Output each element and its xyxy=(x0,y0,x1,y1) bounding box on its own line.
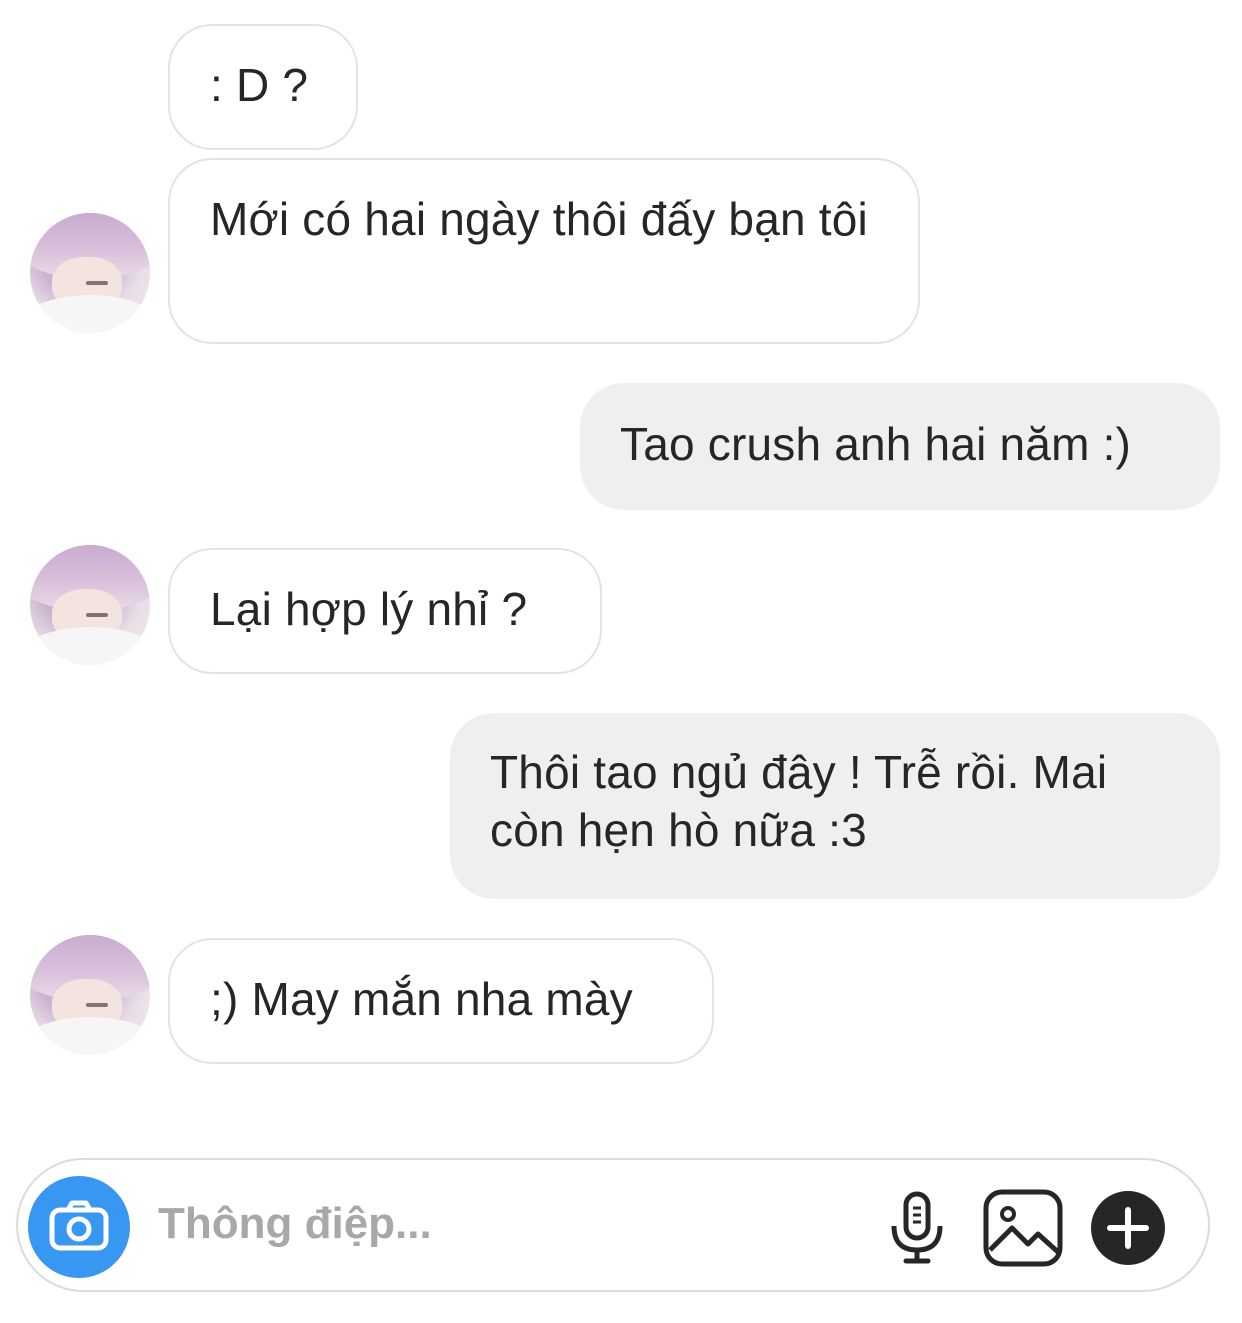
message-bubble-outgoing[interactable]: Tao crush anh hai năm :) xyxy=(580,383,1220,510)
message-text: Tao crush anh hai năm :) xyxy=(620,418,1132,470)
more-button[interactable] xyxy=(1090,1190,1166,1266)
message-text: ;) May mắn nha mày xyxy=(210,973,633,1025)
message-bubble-incoming[interactable]: : D ? xyxy=(168,24,358,150)
message-text: Lại hợp lý nhỉ ? xyxy=(210,583,528,635)
message-composer: Thông điệp... xyxy=(16,1158,1210,1292)
message-bubble-outgoing[interactable]: Thôi tao ngủ đây ! Trễ rồi. Mai còn hẹn … xyxy=(450,713,1220,899)
gallery-icon xyxy=(983,1189,1063,1267)
message-text: Mới có hai ngày thôi đấy bạn tôi xyxy=(210,193,868,245)
message-bubble-incoming[interactable]: ;) May mắn nha mày xyxy=(168,938,714,1064)
avatar[interactable] xyxy=(30,545,150,665)
microphone-icon xyxy=(891,1191,943,1264)
avatar[interactable] xyxy=(30,935,150,1055)
gallery-button[interactable] xyxy=(982,1188,1064,1268)
camera-button[interactable] xyxy=(28,1176,130,1278)
message-text: Thôi tao ngủ đây ! Trễ rồi. Mai còn hẹn … xyxy=(490,746,1108,856)
microphone-button[interactable] xyxy=(886,1190,948,1266)
message-bubble-incoming[interactable]: Lại hợp lý nhỉ ? xyxy=(168,548,602,674)
message-input[interactable]: Thông điệp... xyxy=(158,1196,432,1252)
message-bubble-incoming[interactable]: Mới có hai ngày thôi đấy bạn tôi xyxy=(168,158,920,344)
plus-icon xyxy=(1091,1191,1165,1265)
camera-icon xyxy=(49,1200,109,1251)
avatar[interactable] xyxy=(30,213,150,333)
message-text: : D ? xyxy=(210,59,309,111)
